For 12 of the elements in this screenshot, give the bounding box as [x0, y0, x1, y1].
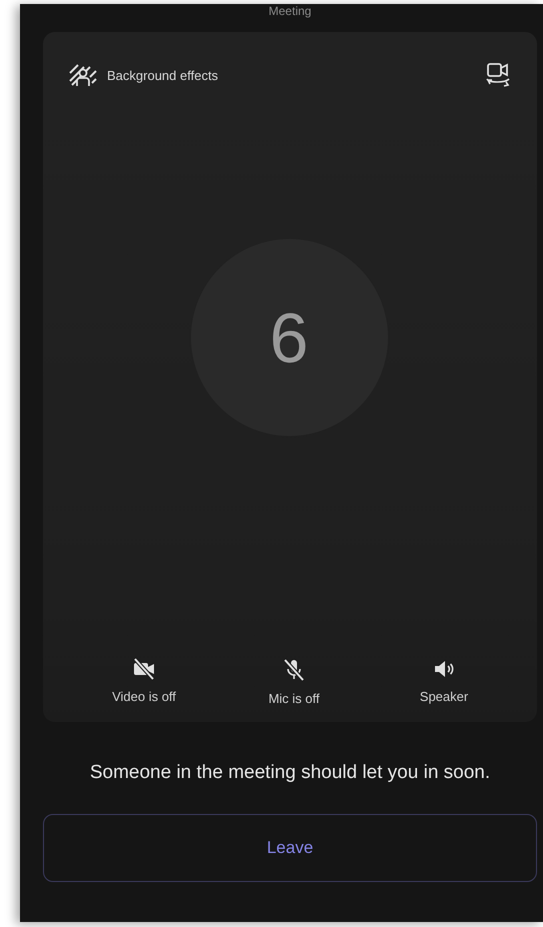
waiting-message: Someone in the meeting should let you in soon.	[88, 762, 492, 784]
person-stripes-icon	[69, 63, 97, 87]
switch-camera-icon[interactable]	[485, 62, 511, 88]
microphone-off-icon	[282, 657, 306, 683]
speaker-toggle[interactable]: Speaker	[399, 657, 489, 706]
participant-count-avatar: 6	[190, 239, 388, 436]
video-toggle[interactable]: Video is off	[99, 657, 189, 706]
mic-toggle[interactable]: Mic is off	[249, 657, 339, 706]
meeting-title: Meeting	[268, 4, 312, 20]
camera-off-icon	[131, 657, 157, 681]
leave-button[interactable]: Leave	[43, 814, 537, 882]
background-effects-button[interactable]: Background effects	[69, 63, 218, 87]
